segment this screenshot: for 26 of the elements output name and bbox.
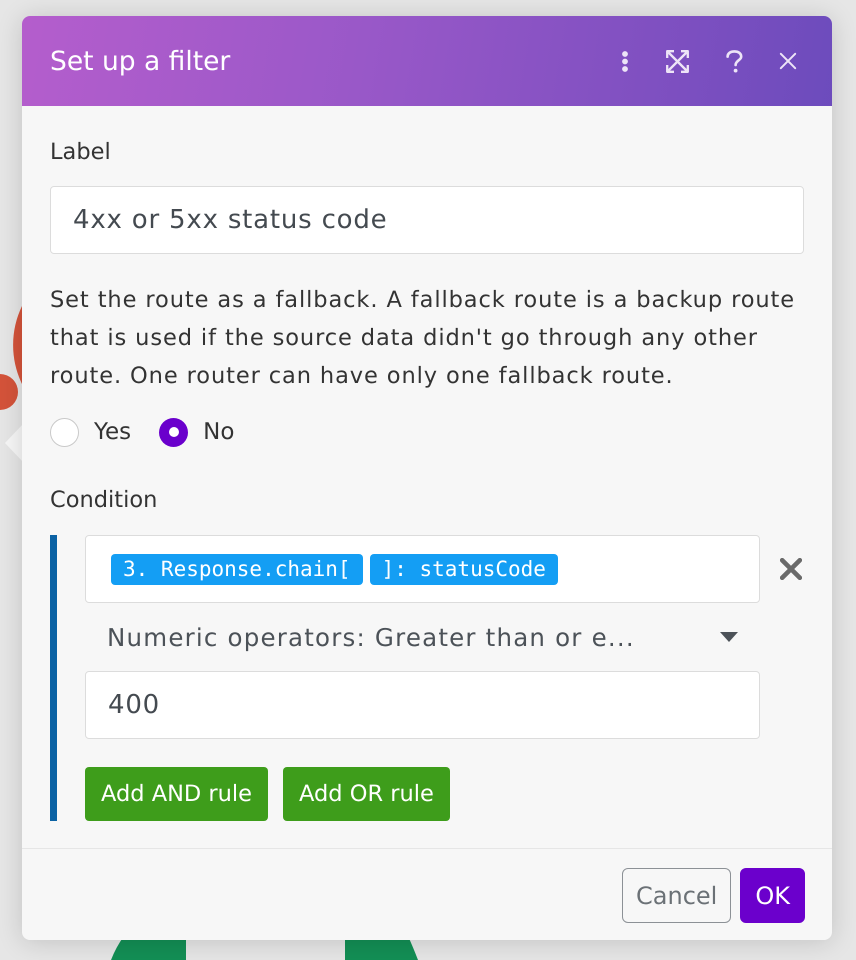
variable-tag: ]: statusCode — [370, 554, 558, 584]
cancel-button[interactable]: Cancel — [622, 868, 732, 923]
radio-label[interactable]: Yes — [94, 419, 132, 445]
close-button[interactable] — [779, 52, 797, 70]
label-input[interactable]: 4xx or 5xx status code — [50, 186, 804, 254]
value-input[interactable]: 400 — [85, 671, 760, 739]
caret-icon — [720, 632, 738, 642]
fallback-description: Set the route as a fallback. A fallback route is a backup route that is used if the source data didn't go through any other route. One router can have only one fallback route. — [50, 286, 796, 391]
radio-button[interactable] — [159, 418, 188, 446]
operator-select[interactable]: Numeric operators: Greater than or e... — [85, 603, 760, 671]
ok-button[interactable]: OK — [740, 868, 805, 923]
remove-rule-button[interactable] — [780, 558, 802, 580]
close-icon — [780, 558, 802, 580]
radio-label[interactable]: No — [203, 419, 234, 445]
radio-button[interactable] — [50, 418, 79, 446]
dialog-title: Set up a filter — [50, 46, 232, 76]
more-button[interactable] — [622, 50, 628, 72]
close-icon — [779, 52, 797, 70]
help-button[interactable] — [726, 50, 743, 72]
field-label: Label — [50, 138, 112, 166]
help-icon — [726, 50, 743, 72]
field-label: Condition — [50, 486, 158, 514]
fullscreen-button[interactable] — [666, 50, 689, 72]
kebab-icon — [622, 50, 628, 72]
expand-icon — [666, 50, 689, 72]
variable-tag: 3. Response.chain[ — [111, 554, 363, 584]
